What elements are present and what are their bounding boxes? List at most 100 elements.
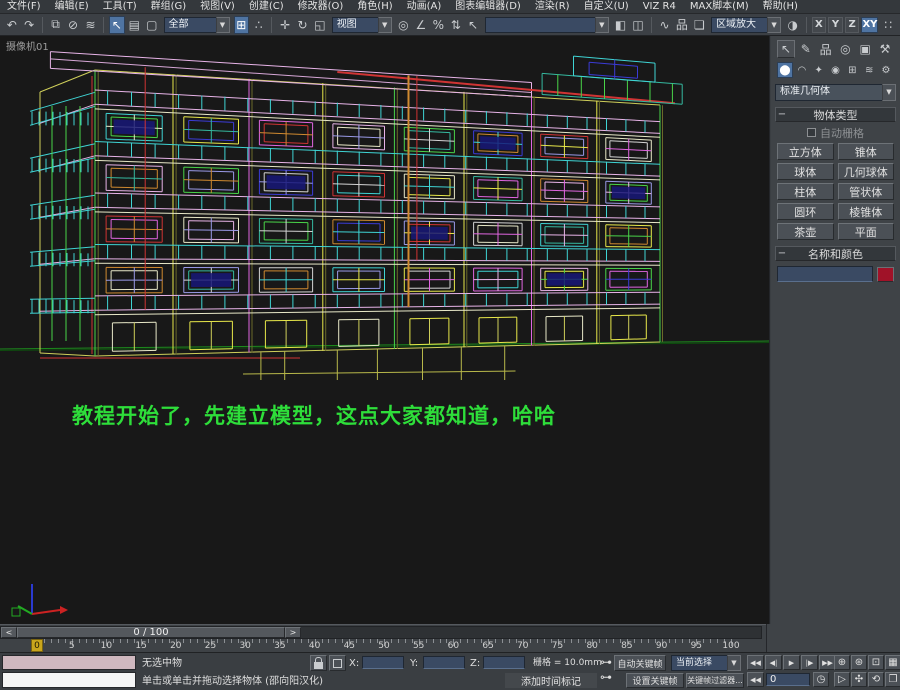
geometry-class-dropdown[interactable]: 标准几何体 ▼: [775, 84, 896, 101]
reference-coordinate-dropdown[interactable]: 视图▼: [332, 17, 392, 33]
set-key-button[interactable]: 设置关键帧: [626, 673, 684, 688]
tab-hierarchy[interactable]: 品: [817, 40, 835, 58]
layer-manager-icon[interactable]: ❏: [692, 16, 707, 34]
zoom-extents-icon[interactable]: ⊡: [868, 655, 884, 670]
rotate-icon[interactable]: ↻: [295, 16, 310, 34]
axis-constraint-x[interactable]: X: [812, 17, 827, 33]
zoom-all-icon[interactable]: ⊛: [851, 655, 867, 670]
add-time-tag-button[interactable]: 添加时间标记: [505, 673, 597, 688]
spinner-snap-icon[interactable]: ⇅: [448, 16, 463, 34]
chevron-down-icon[interactable]: ▼: [767, 17, 781, 33]
axis-constraint-y[interactable]: Y: [828, 17, 843, 33]
menu-item-6[interactable]: 修改器(O): [291, 0, 351, 13]
category-cameras[interactable]: ◉: [827, 62, 843, 78]
pan-icon[interactable]: ✣: [851, 672, 867, 687]
rollout-object-type[interactable]: − 物体类型: [775, 107, 896, 122]
next-frame-button[interactable]: |▶: [801, 655, 818, 670]
z-coordinate-field[interactable]: [483, 656, 525, 669]
select-manipulate-icon[interactable]: ↖: [465, 16, 480, 34]
redo-icon[interactable]: ↷: [21, 16, 36, 34]
primitive-button-5[interactable]: 管状体: [838, 183, 895, 200]
use-center-icon[interactable]: ◎: [396, 16, 411, 34]
bind-to-spacewarp-icon[interactable]: ≋: [83, 16, 98, 34]
chevron-down-icon[interactable]: ▼: [216, 17, 230, 33]
snap-toggle-icon[interactable]: ∠: [413, 16, 428, 34]
camera-viewport[interactable]: 摄像机01 教程开始了，先建立模型，这点大家都知道，哈哈: [0, 36, 770, 624]
tab-utilities[interactable]: ⚒: [876, 40, 894, 58]
go-to-start-button[interactable]: ◀◀: [747, 655, 764, 670]
window-crossing-toggle-icon[interactable]: ⊞: [234, 16, 249, 34]
maxscript-listener-output[interactable]: [2, 655, 136, 670]
category-shapes[interactable]: ◠: [794, 62, 810, 78]
tab-display[interactable]: ▣: [856, 40, 874, 58]
tab-motion[interactable]: ◎: [836, 40, 854, 58]
category-geometry[interactable]: ⬤: [777, 62, 793, 78]
category-spacewarps[interactable]: ≋: [861, 62, 877, 78]
chevron-down-icon[interactable]: ▼: [882, 84, 896, 101]
menu-item-4[interactable]: 视图(V): [193, 0, 242, 13]
menu-item-11[interactable]: 自定义(U): [577, 0, 636, 13]
current-frame-marker[interactable]: 0: [31, 639, 43, 652]
object-color-swatch[interactable]: [877, 267, 894, 282]
scale-icon[interactable]: ◱: [312, 16, 327, 34]
menu-item-3[interactable]: 群组(G): [144, 0, 194, 13]
primitive-button-9[interactable]: 平面: [838, 223, 895, 240]
key-filters-button[interactable]: 关键帧过滤器...: [686, 673, 744, 688]
axis-constraint-xy[interactable]: XY: [861, 17, 878, 33]
zoom-icon[interactable]: ⊕: [834, 655, 850, 670]
category-systems[interactable]: ⚙: [878, 62, 894, 78]
keyboard-override-icon[interactable]: ∴: [251, 16, 266, 34]
mirror-icon[interactable]: ◧: [613, 16, 628, 34]
undo-icon[interactable]: ↶: [4, 16, 19, 34]
category-lights[interactable]: ✦: [811, 62, 827, 78]
menu-item-12[interactable]: VIZ R4: [636, 0, 683, 13]
zoom-mode-dropdown[interactable]: 区域放大▼: [711, 17, 781, 33]
min-max-toggle-icon[interactable]: ❐: [885, 672, 900, 687]
absolute-offset-toggle[interactable]: [329, 655, 346, 671]
arc-rotate-icon[interactable]: ⟲: [868, 672, 884, 687]
auto-key-button[interactable]: 自动关键帧: [614, 655, 666, 671]
curve-editor-icon[interactable]: ∿: [657, 16, 672, 34]
menu-item-8[interactable]: 动画(A): [400, 0, 449, 13]
selection-filter-dropdown[interactable]: 全部▼: [164, 17, 230, 33]
select-object-icon[interactable]: ↖: [109, 16, 124, 34]
previous-frame-button[interactable]: ◀|: [765, 655, 782, 670]
time-slider-handle[interactable]: 0 / 100: [17, 627, 285, 638]
time-configuration-button[interactable]: ◷: [813, 672, 829, 687]
render-setup-icon[interactable]: ◑: [785, 16, 800, 34]
next-frame-arrow[interactable]: >: [285, 627, 301, 638]
maxscript-listener-input[interactable]: [2, 672, 136, 688]
angle-snap-icon[interactable]: %: [431, 16, 446, 34]
menu-item-7[interactable]: 角色(H): [350, 0, 399, 13]
field-of-view-icon[interactable]: ▷: [834, 672, 850, 687]
category-helpers[interactable]: ⊞: [844, 62, 860, 78]
tab-create[interactable]: ↖: [777, 40, 795, 58]
current-frame-field[interactable]: 0: [766, 673, 810, 686]
menu-item-10[interactable]: 渲染(R): [528, 0, 577, 13]
chevron-down-icon[interactable]: ▼: [595, 17, 609, 33]
autogrid-checkbox[interactable]: 自动栅格: [775, 125, 896, 140]
menu-item-13[interactable]: MAX脚本(M): [683, 0, 756, 13]
menu-item-0[interactable]: 文件(F): [0, 0, 48, 13]
rect-selection-region-icon[interactable]: ▢: [144, 16, 159, 34]
go-to-time-start-button[interactable]: ◀◀: [747, 672, 764, 687]
chevron-down-icon[interactable]: ▼: [378, 17, 392, 33]
snap-spinner-icon[interactable]: ∷: [880, 16, 895, 34]
track-bar-ruler[interactable]: 5101520253035404550556065707580859095100…: [0, 639, 766, 653]
previous-frame-arrow[interactable]: <: [1, 627, 17, 638]
select-and-link-icon[interactable]: ⧉: [48, 16, 63, 34]
primitive-button-4[interactable]: 柱体: [777, 183, 834, 200]
time-slider-track[interactable]: < 0 / 100 >: [0, 626, 762, 639]
primitive-button-8[interactable]: 茶壶: [777, 223, 834, 240]
y-coordinate-field[interactable]: [423, 656, 465, 669]
tab-modify[interactable]: ✎: [797, 40, 815, 58]
menu-item-5[interactable]: 创建(C): [242, 0, 291, 13]
menu-item-1[interactable]: 编辑(E): [48, 0, 96, 13]
named-selection-dropdown[interactable]: ▼: [485, 17, 609, 33]
rollout-name-and-color[interactable]: − 名称和颜色: [775, 246, 896, 261]
menu-item-14[interactable]: 帮助(H): [756, 0, 805, 13]
primitive-button-2[interactable]: 球体: [777, 163, 834, 180]
unlink-icon[interactable]: ⊘: [65, 16, 80, 34]
menu-item-2[interactable]: 工具(T): [96, 0, 144, 13]
primitive-button-0[interactable]: 立方体: [777, 143, 834, 160]
